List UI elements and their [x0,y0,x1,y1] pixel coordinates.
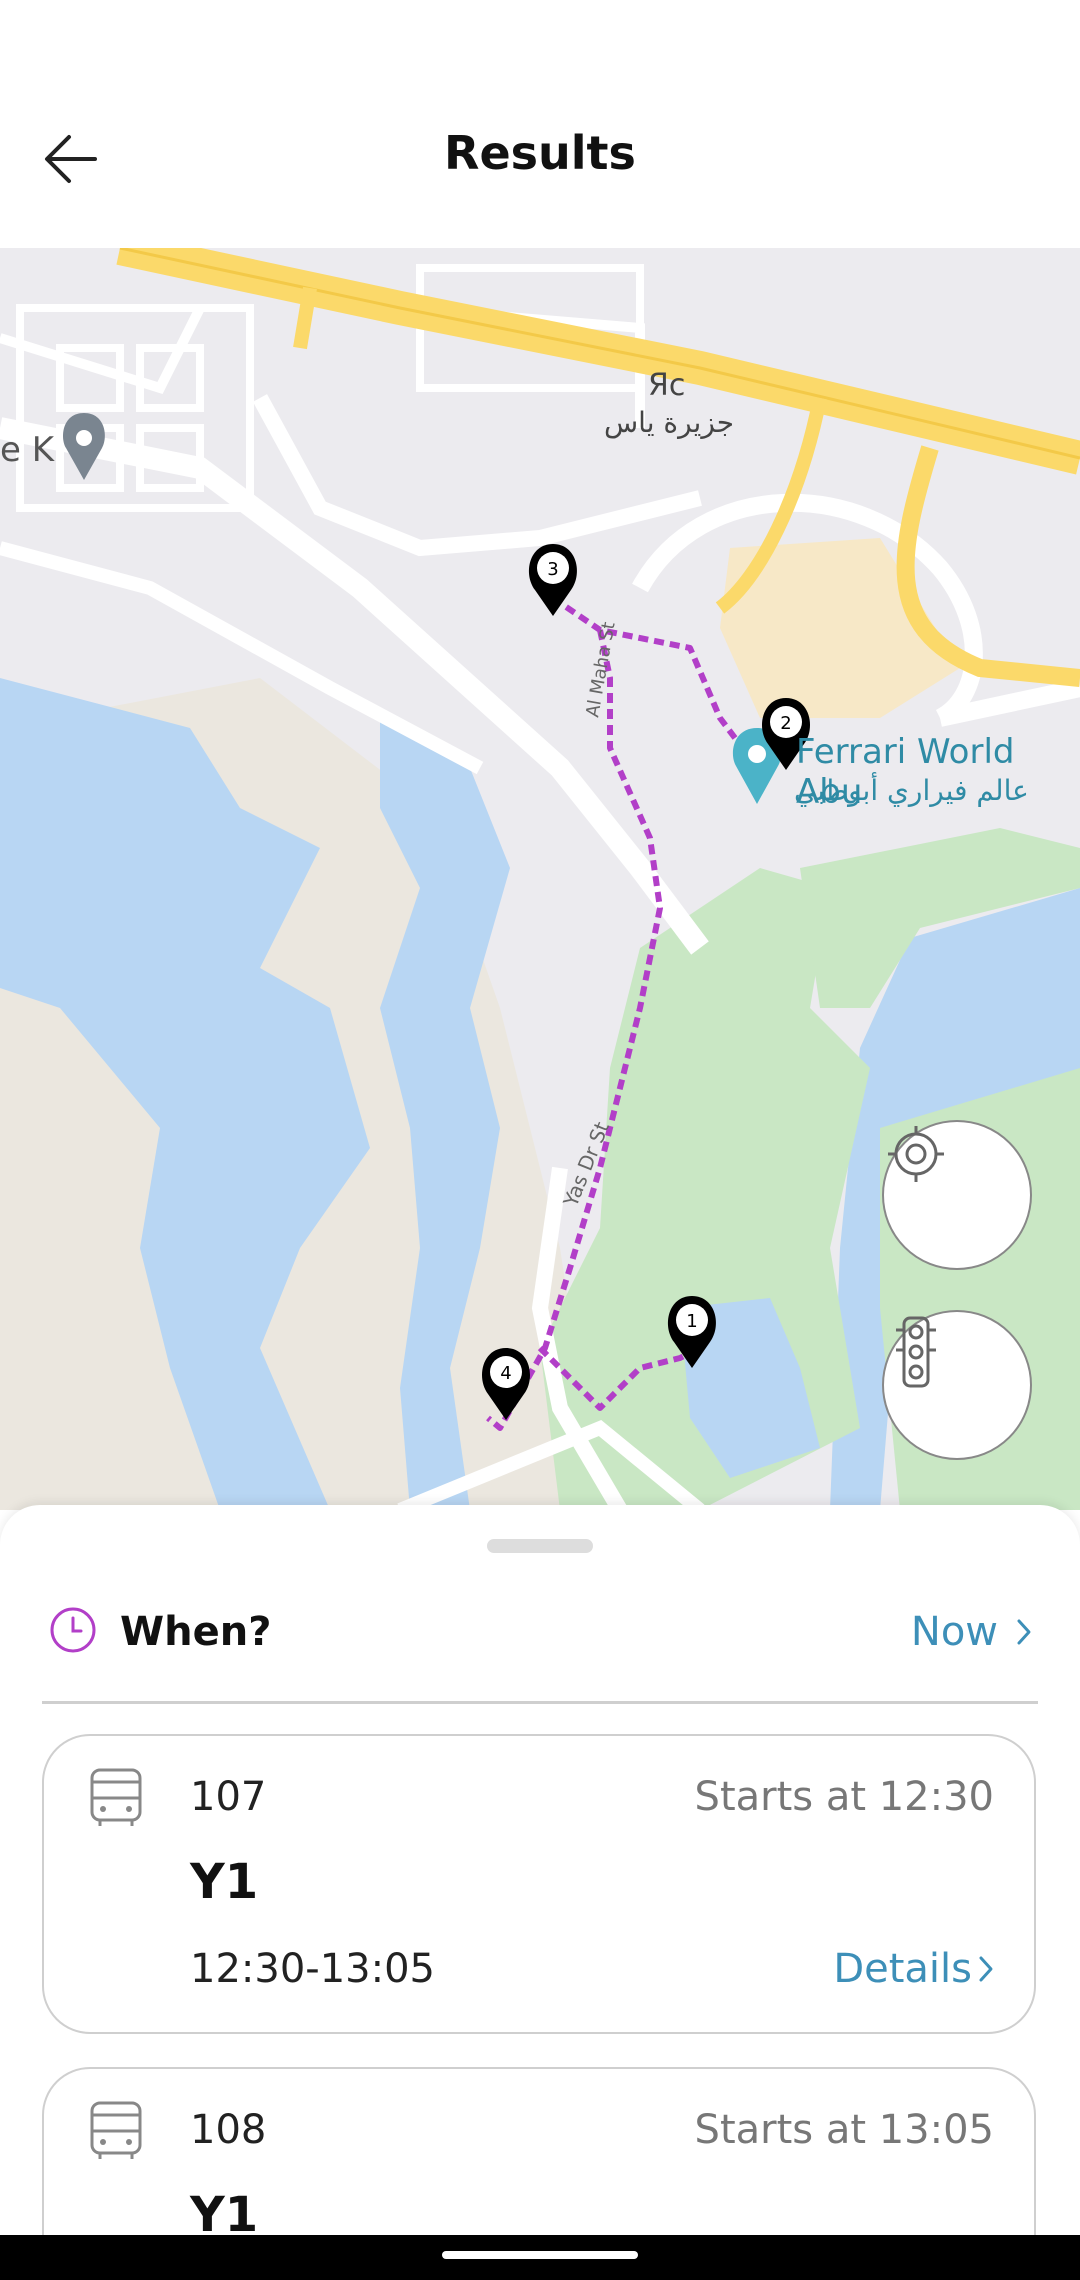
drag-handle[interactable] [487,1539,593,1553]
start-time: Starts at 13:05 [694,2107,994,2153]
route-number: 108 [190,2107,267,2153]
line-name: Y1 [190,2187,259,2235]
route-marker-label: 3 [547,559,558,580]
traffic-light-icon [896,1316,936,1388]
bus-icon [90,2101,142,2159]
area-label-latin: Яс [648,368,686,403]
trip-card[interactable]: 107 Starts at 12:30 Y1 12:30-13:05 Detai… [42,1734,1036,2034]
page-title: Results [444,126,636,180]
start-time: Starts at 12:30 [694,1774,994,1820]
when-label: When? [120,1609,272,1655]
street-label-al-maha: Al Maha St [582,620,619,718]
chevron-right-icon [979,1956,993,1982]
poi-label-left: e K [0,430,55,470]
route-marker-label: 2 [780,713,791,734]
route-map[interactable]: 1 2 3 4 Al Maha St Yas Dr St Яс جزيرة يا… [0,248,1080,1510]
route-number: 107 [190,1774,267,1820]
line-name: Y1 [190,1854,259,1910]
trip-card[interactable]: 108 Starts at 13:05 Y1 [42,2067,1036,2235]
highway-ramp [293,286,317,350]
details-label: Details [833,1946,972,1992]
poi-pin-icon[interactable] [63,413,105,480]
system-nav-bar [0,2235,1080,2280]
status-bar [0,0,1080,80]
crosshair-icon [888,1126,944,1182]
app-header: Results [0,80,1080,248]
clock-icon [50,1607,96,1653]
route-marker-label: 1 [686,1311,697,1332]
when-value-button[interactable]: Now [911,1609,1032,1655]
time-range: 12:30-13:05 [190,1946,435,1992]
details-link[interactable]: Details [833,1946,994,1992]
results-bottom-sheet[interactable]: When? Now 107 Starts at 12:30 Y1 12:30-1… [0,1505,1080,2235]
route-marker-3[interactable]: 3 [529,544,577,616]
divider [42,1701,1038,1704]
my-location-button[interactable] [882,1120,1032,1270]
route-marker-label: 4 [500,1363,511,1384]
poi-label-ferrari-arabic: عالم فيراري أبوظبي [794,774,1029,807]
bus-icon [90,1768,142,1826]
home-indicator[interactable] [442,2251,638,2259]
area-label-arabic: جزيرة ياس [604,406,735,439]
when-selector[interactable]: When? Now [42,1591,1038,1671]
traffic-toggle-button[interactable] [882,1310,1032,1460]
when-value: Now [910,1609,998,1655]
chevron-right-icon [1017,1619,1031,1645]
